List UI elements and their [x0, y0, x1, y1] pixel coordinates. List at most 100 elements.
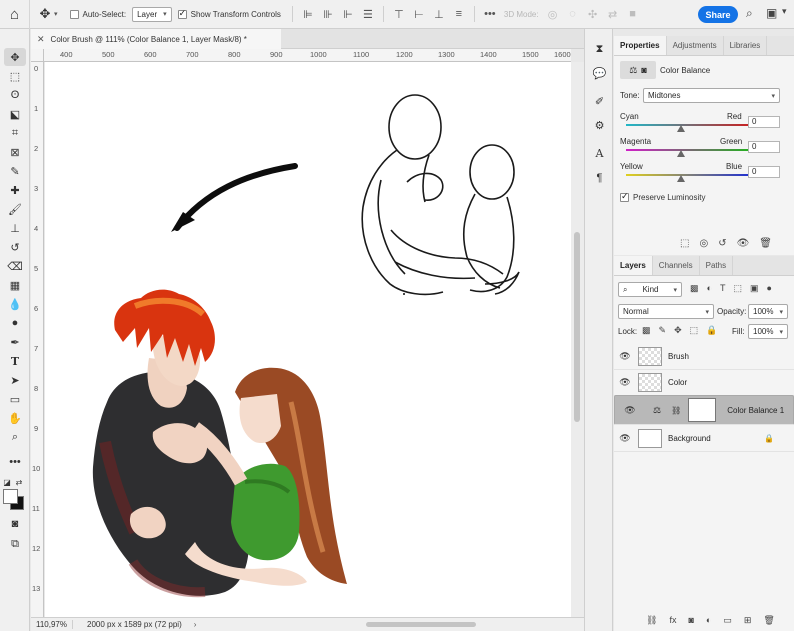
- vertical-scroll-thumb[interactable]: [574, 232, 580, 422]
- eye-icon[interactable]: 👁: [614, 433, 636, 444]
- visibility-icon[interactable]: 👁: [737, 238, 750, 249]
- add-mask-icon[interactable]: ◙: [688, 615, 693, 626]
- more-options-icon[interactable]: •••: [480, 8, 500, 20]
- zoom-tool-icon[interactable]: ⌕: [4, 428, 26, 446]
- layer-name[interactable]: Brush: [668, 352, 689, 361]
- vertical-scrollbar[interactable]: [571, 62, 584, 617]
- eye-icon[interactable]: 👁: [614, 377, 636, 388]
- filter-type-icon[interactable]: T: [720, 283, 726, 294]
- tab-properties[interactable]: Properties: [614, 36, 667, 55]
- show-transform-checkbox[interactable]: Show Transform Controls: [177, 8, 281, 19]
- filter-shape-icon[interactable]: ⬚: [733, 283, 742, 294]
- layer-row-color-balance[interactable]: 👁 ⚖ ⛓ Color Balance 1: [614, 395, 794, 425]
- yellow-blue-slider-knob[interactable]: [677, 175, 685, 182]
- tab-channels[interactable]: Channels: [653, 256, 700, 275]
- mask-link-icon[interactable]: ⛓: [671, 406, 681, 415]
- search-icon[interactable]: ⌕: [746, 6, 753, 21]
- filter-adjustment-icon[interactable]: ◐: [707, 283, 712, 294]
- magenta-green-value-input[interactable]: 0: [748, 141, 780, 153]
- layer-name[interactable]: Color Balance 1: [727, 406, 784, 415]
- auto-select-checkbox-box[interactable]: [69, 9, 79, 19]
- cyan-red-value-input[interactable]: 0: [748, 116, 780, 128]
- opacity-input[interactable]: 100% ▾: [748, 304, 788, 319]
- comments-panel-icon[interactable]: 💬: [591, 65, 608, 82]
- home-icon[interactable]: ⌂: [0, 0, 30, 29]
- status-more-button[interactable]: ›: [194, 620, 197, 629]
- workspace-icon[interactable]: ▣: [766, 6, 777, 20]
- brush-settings-icon[interactable]: ✐: [591, 93, 608, 110]
- lasso-tool-icon[interactable]: ʘ: [4, 86, 26, 104]
- foreground-color-swatch[interactable]: [3, 489, 18, 504]
- yellow-blue-slider[interactable]: [626, 174, 750, 176]
- eraser-tool-icon[interactable]: ⌫: [4, 257, 26, 275]
- adjustments-panel-icon[interactable]: ⚙: [591, 117, 608, 134]
- blur-tool-icon[interactable]: 💧: [4, 295, 26, 313]
- character-panel-icon[interactable]: A: [591, 145, 608, 162]
- layer-name[interactable]: Color: [668, 378, 687, 387]
- history-brush-tool-icon[interactable]: ↺: [4, 238, 26, 256]
- tab-paths[interactable]: Paths: [700, 256, 734, 275]
- link-layers-icon[interactable]: ⛓: [646, 615, 657, 626]
- crop-tool-icon[interactable]: ⌗: [4, 124, 26, 142]
- tab-layers[interactable]: Layers: [614, 256, 653, 275]
- document-canvas[interactable]: [45, 62, 571, 617]
- screen-mode-icon[interactable]: ⧉: [4, 535, 26, 553]
- yellow-blue-value-input[interactable]: 0: [748, 166, 780, 178]
- view-previous-icon[interactable]: ◎: [699, 238, 708, 249]
- brush-tool-icon[interactable]: 🖌: [4, 200, 26, 218]
- new-group-icon[interactable]: ▭: [723, 615, 732, 626]
- magenta-green-slider[interactable]: [626, 149, 750, 151]
- align-left-icon[interactable]: ⊫: [298, 8, 318, 21]
- tab-adjustments[interactable]: Adjustments: [667, 36, 724, 55]
- mask-icon[interactable]: ◙: [641, 65, 646, 75]
- align-top-icon[interactable]: ⊤: [389, 8, 409, 21]
- layer-name[interactable]: Background: [668, 434, 711, 443]
- preserve-luminosity-checkbox[interactable]: Preserve Luminosity: [620, 191, 705, 202]
- pen-tool-icon[interactable]: ✒: [4, 333, 26, 351]
- frame-tool-icon[interactable]: ⊠: [4, 143, 26, 161]
- object-select-tool-icon[interactable]: ⬕: [4, 105, 26, 123]
- eye-icon[interactable]: 👁: [619, 405, 641, 416]
- marquee-tool-icon[interactable]: ⬚: [4, 67, 26, 85]
- filter-toggle-icon[interactable]: ●: [766, 283, 771, 294]
- eye-icon[interactable]: 👁: [614, 351, 636, 362]
- horizontal-scroll-thumb[interactable]: [366, 622, 476, 627]
- filter-smart-object-icon[interactable]: ▣: [750, 283, 759, 294]
- clip-to-layer-icon[interactable]: ⬚: [680, 238, 689, 249]
- layer-mask-thumbnail[interactable]: [688, 398, 717, 422]
- balance-icon[interactable]: ⚖: [629, 65, 637, 76]
- layer-row-brush[interactable]: 👁 Brush: [614, 343, 794, 370]
- align-center-h-icon[interactable]: ⊪: [318, 8, 338, 21]
- layer-row-color[interactable]: 👁 Color: [614, 369, 794, 396]
- path-select-tool-icon[interactable]: ➤: [4, 371, 26, 389]
- reset-icon[interactable]: ↺: [718, 238, 726, 249]
- document-tab[interactable]: ✕ Color Brush @ 111% (Color Balance 1, L…: [31, 29, 281, 49]
- close-icon[interactable]: ✕: [37, 34, 45, 45]
- horizontal-ruler[interactable]: 400 500 600 700 800 900 1000 1100 1200 1…: [44, 49, 571, 62]
- zoom-level[interactable]: 110,97%: [31, 620, 73, 629]
- lock-position-icon[interactable]: ✥: [674, 325, 682, 336]
- chevron-down-icon[interactable]: ▾: [54, 10, 58, 18]
- delete-layer-icon[interactable]: 🗑: [763, 615, 774, 626]
- align-middle-v-icon[interactable]: ⊢: [409, 8, 429, 21]
- layer-row-background[interactable]: 👁 Background 🔒: [614, 425, 794, 452]
- clone-stamp-tool-icon[interactable]: ⊥: [4, 219, 26, 237]
- distribute-v-icon[interactable]: ≡: [449, 8, 469, 20]
- align-right-icon[interactable]: ⊩: [338, 8, 358, 21]
- tone-dropdown[interactable]: Midtones ▾: [643, 88, 780, 103]
- cyan-red-slider[interactable]: [626, 124, 750, 126]
- lock-artboard-icon[interactable]: ⬚: [690, 325, 699, 336]
- fill-input[interactable]: 100% ▾: [748, 324, 788, 339]
- layer-filter-dropdown[interactable]: ⌕ Kind ▾: [618, 282, 682, 297]
- paragraph-panel-icon[interactable]: ¶: [591, 169, 608, 186]
- auto-select-checkbox[interactable]: Auto-Select:: [69, 9, 126, 19]
- new-adjustment-icon[interactable]: ◐: [706, 615, 711, 626]
- hand-tool-icon[interactable]: ✋: [4, 409, 26, 427]
- rectangle-tool-icon[interactable]: ▭: [4, 390, 26, 408]
- lock-all-icon[interactable]: 🔒: [706, 325, 717, 336]
- magenta-green-slider-knob[interactable]: [677, 150, 685, 157]
- preserve-luminosity-checkbox-box[interactable]: [620, 191, 629, 202]
- delete-icon[interactable]: 🗑: [759, 238, 772, 249]
- align-bottom-icon[interactable]: ⊥: [429, 8, 449, 21]
- workspace-chevron-icon[interactable]: ▾: [782, 6, 787, 17]
